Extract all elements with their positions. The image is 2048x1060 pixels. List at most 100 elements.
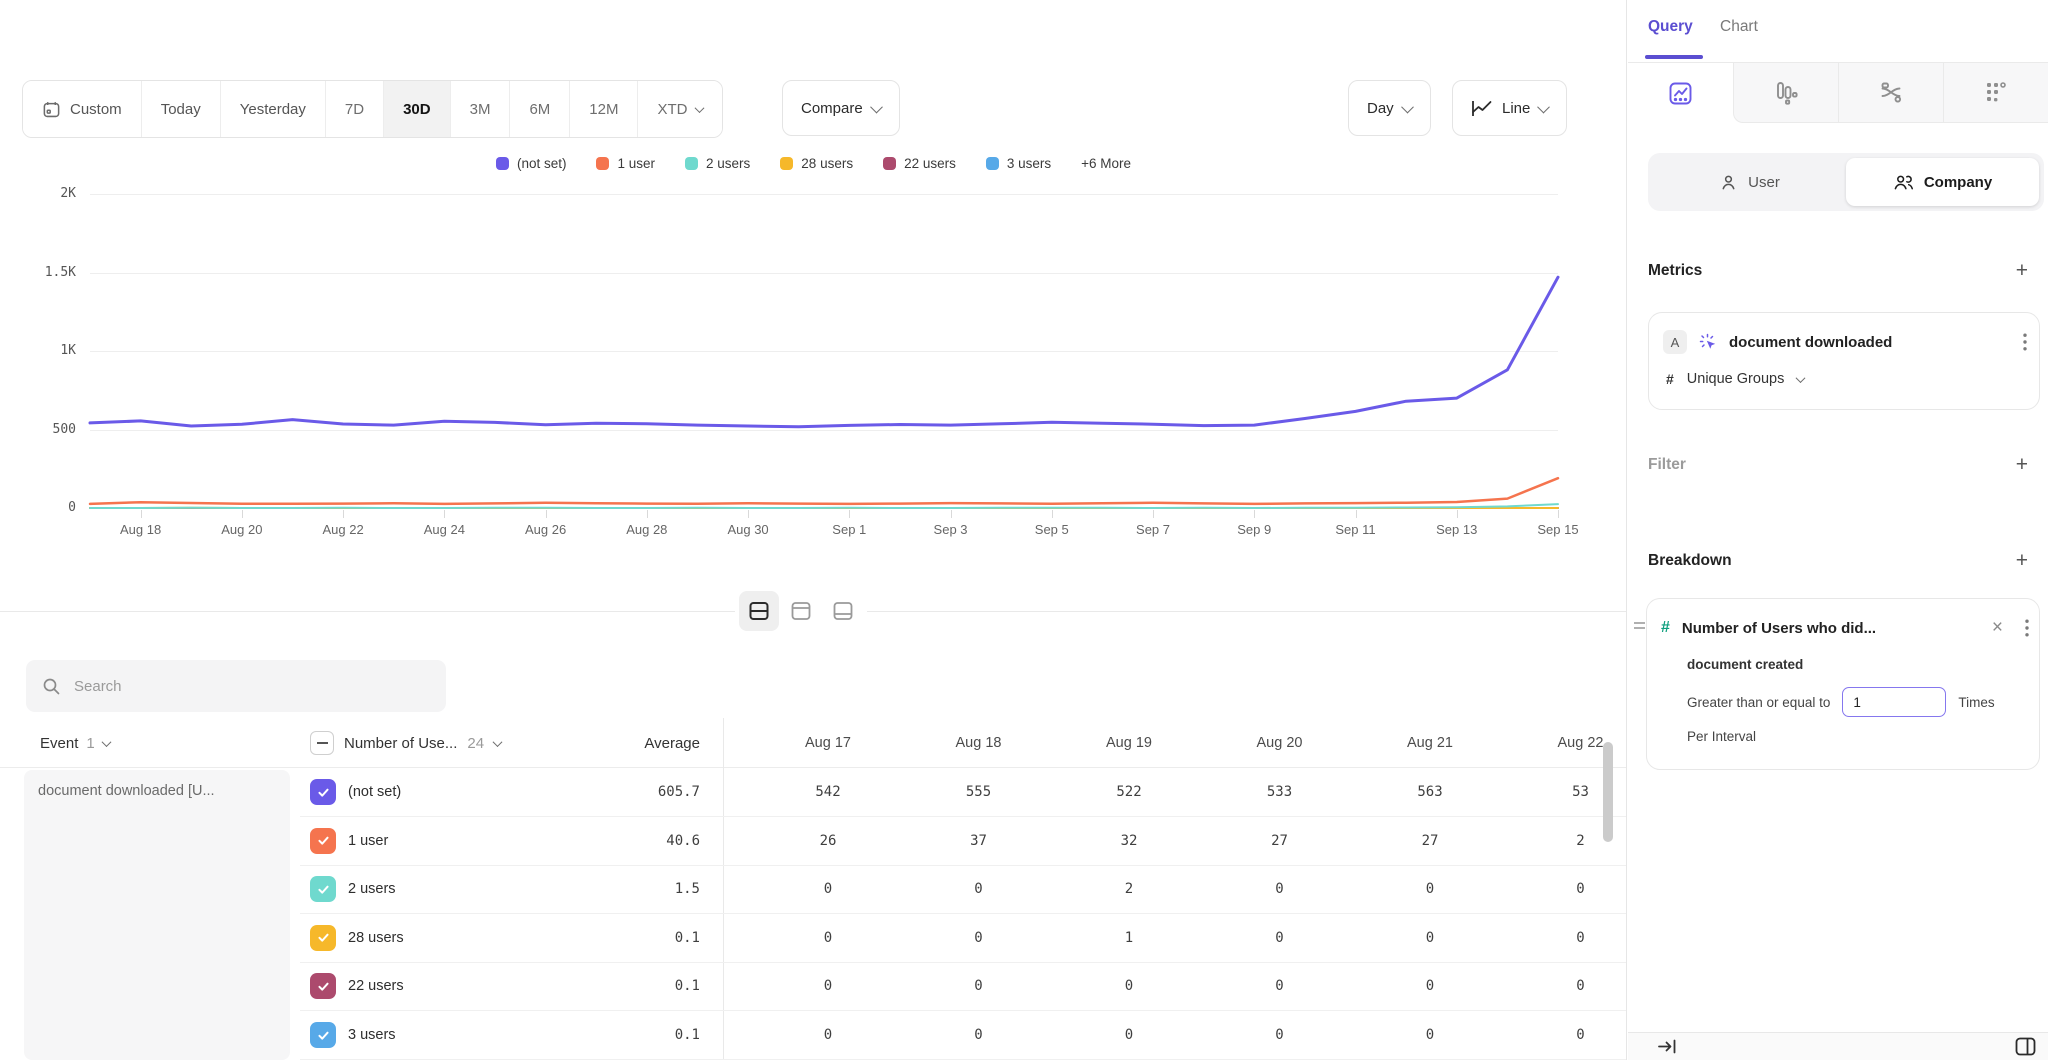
- legend-swatch: [496, 157, 509, 170]
- search-input[interactable]: Search: [26, 660, 446, 712]
- legend-item[interactable]: 22 users: [883, 156, 956, 171]
- legend-item[interactable]: 3 users: [986, 156, 1051, 171]
- table-row[interactable]: 28 users0.1001000: [300, 914, 1627, 963]
- chart-top-view-button[interactable]: [781, 591, 821, 631]
- times-value-input[interactable]: [1842, 687, 1946, 717]
- row-value: 563: [1355, 768, 1505, 816]
- table-row[interactable]: 22 users0.1000000: [300, 962, 1627, 1011]
- tab-query[interactable]: Query: [1648, 18, 1693, 36]
- add-breakdown-button[interactable]: +: [2016, 551, 2028, 571]
- metric-letter-badge: A: [1663, 330, 1687, 354]
- series-header-label: Number of Use...: [344, 735, 457, 752]
- row-value: 0: [1355, 914, 1505, 962]
- row-value: 555: [904, 768, 1054, 816]
- breakdown-hash-icon: #: [1661, 619, 1670, 637]
- row-value: 522: [1054, 768, 1204, 816]
- select-all-checkbox[interactable]: [310, 731, 334, 755]
- row-checkbox[interactable]: [310, 828, 336, 854]
- legend-item[interactable]: 28 users: [780, 156, 853, 171]
- range-xtd[interactable]: XTD: [638, 81, 722, 137]
- breakdown-kebab-icon[interactable]: [2025, 619, 2029, 637]
- metric-kebab-icon[interactable]: [2023, 333, 2027, 351]
- legend-label: 1 user: [617, 156, 655, 171]
- filter-section-header: Filter +: [1648, 452, 2028, 478]
- table-row[interactable]: 1 user40.626373227272: [300, 817, 1627, 866]
- row-value: 2: [1054, 865, 1204, 913]
- range-6m[interactable]: 6M: [510, 81, 570, 137]
- collapse-panel-icon[interactable]: [1658, 1039, 1676, 1054]
- legend-item[interactable]: (not set): [496, 156, 567, 171]
- tile-line-chart[interactable]: [1628, 63, 1733, 123]
- y-axis-label: 500: [0, 422, 76, 437]
- row-value: 0: [904, 1011, 1054, 1059]
- vertical-scrollbar[interactable]: [1603, 742, 1613, 842]
- y-axis-label: 1K: [0, 343, 76, 358]
- row-value: 0: [753, 1011, 903, 1059]
- row-checkbox[interactable]: [310, 925, 336, 951]
- x-axis-tick: [849, 510, 850, 518]
- event-column-header[interactable]: Event 1: [40, 718, 110, 768]
- legend-label: 28 users: [801, 156, 853, 171]
- breakdown-name: Number of Users who did...: [1682, 620, 1980, 637]
- tile-bar-chart[interactable]: [1733, 63, 1838, 123]
- add-filter-button[interactable]: +: [2016, 455, 2028, 475]
- tile-grid-chart[interactable]: [1943, 63, 2048, 123]
- row-checkbox[interactable]: [310, 1022, 336, 1048]
- table-row[interactable]: 2 users1.5002000: [300, 865, 1627, 914]
- entity-option-company[interactable]: Company: [1846, 158, 2039, 206]
- chart-bottom-view-button[interactable]: [823, 591, 863, 631]
- row-checkbox[interactable]: [310, 876, 336, 902]
- row-value: 0: [753, 962, 903, 1010]
- drag-handle-icon[interactable]: [1634, 622, 1645, 629]
- interval-dropdown[interactable]: Day: [1348, 80, 1431, 136]
- chart-top-view-icon: [789, 599, 813, 623]
- legend-item[interactable]: 1 user: [596, 156, 655, 171]
- table-row[interactable]: 3 users0.1000000: [300, 1011, 1627, 1060]
- legend-label: (not set): [517, 156, 567, 171]
- series-column-header[interactable]: Number of Use... 24: [310, 718, 501, 768]
- close-icon[interactable]: ×: [1992, 617, 2003, 639]
- metrics-section-header: Metrics +: [1648, 258, 2028, 284]
- range-30d[interactable]: 30D: [384, 81, 451, 137]
- measure-dropdown[interactable]: # Unique Groups: [1666, 371, 1804, 387]
- range-3m[interactable]: 3M: [451, 81, 511, 137]
- row-value: 0: [1355, 865, 1505, 913]
- row-value: 0: [1205, 914, 1355, 962]
- range-custom[interactable]: Custom: [23, 81, 142, 137]
- x-axis-tick: [951, 510, 952, 518]
- legend-item[interactable]: 2 users: [685, 156, 750, 171]
- row-checkbox[interactable]: [310, 779, 336, 805]
- range-today[interactable]: Today: [142, 81, 221, 137]
- row-average: 0.1: [540, 962, 700, 1010]
- row-value: 26: [753, 817, 903, 865]
- compare-button[interactable]: Compare: [782, 80, 900, 136]
- breakdown-event: document created: [1687, 657, 1803, 672]
- breakdown-card[interactable]: # Number of Users who did... × document …: [1646, 598, 2040, 770]
- range-7d[interactable]: 7D: [326, 81, 384, 137]
- range-yesterday[interactable]: Yesterday: [221, 81, 326, 137]
- split-view-button[interactable]: [739, 591, 779, 631]
- row-checkbox[interactable]: [310, 973, 336, 999]
- event-header-label: Event: [40, 735, 78, 752]
- event-name-cell[interactable]: document downloaded [U...: [24, 770, 290, 1060]
- entity-option-user[interactable]: User: [1653, 158, 1846, 206]
- measure-label: Unique Groups: [1687, 371, 1785, 387]
- legend-more[interactable]: +6 More: [1081, 156, 1131, 171]
- tab-chart[interactable]: Chart: [1720, 18, 1758, 36]
- interval-label: Day: [1367, 100, 1394, 117]
- chart-type-dropdown[interactable]: Line: [1452, 80, 1567, 136]
- x-axis-tick: [1254, 510, 1255, 518]
- metric-card[interactable]: A document downloaded # Unique Groups: [1648, 312, 2040, 410]
- range-12m[interactable]: 12M: [570, 81, 638, 137]
- x-axis-label: Sep 1: [807, 522, 891, 537]
- table-row[interactable]: (not set)605.754255552253356353: [300, 768, 1627, 817]
- search-placeholder: Search: [74, 678, 122, 695]
- tile-flow-chart[interactable]: [1838, 63, 1943, 123]
- company-option-label: Company: [1924, 174, 1992, 191]
- panel-tabs: Query Chart: [1628, 0, 2048, 62]
- add-metric-button[interactable]: +: [2016, 261, 2028, 281]
- chevron-down-icon: [101, 737, 111, 747]
- panel-toggle-icon[interactable]: [2015, 1037, 2036, 1056]
- x-axis-label: Sep 11: [1314, 522, 1398, 537]
- y-axis-label: 0: [0, 500, 76, 515]
